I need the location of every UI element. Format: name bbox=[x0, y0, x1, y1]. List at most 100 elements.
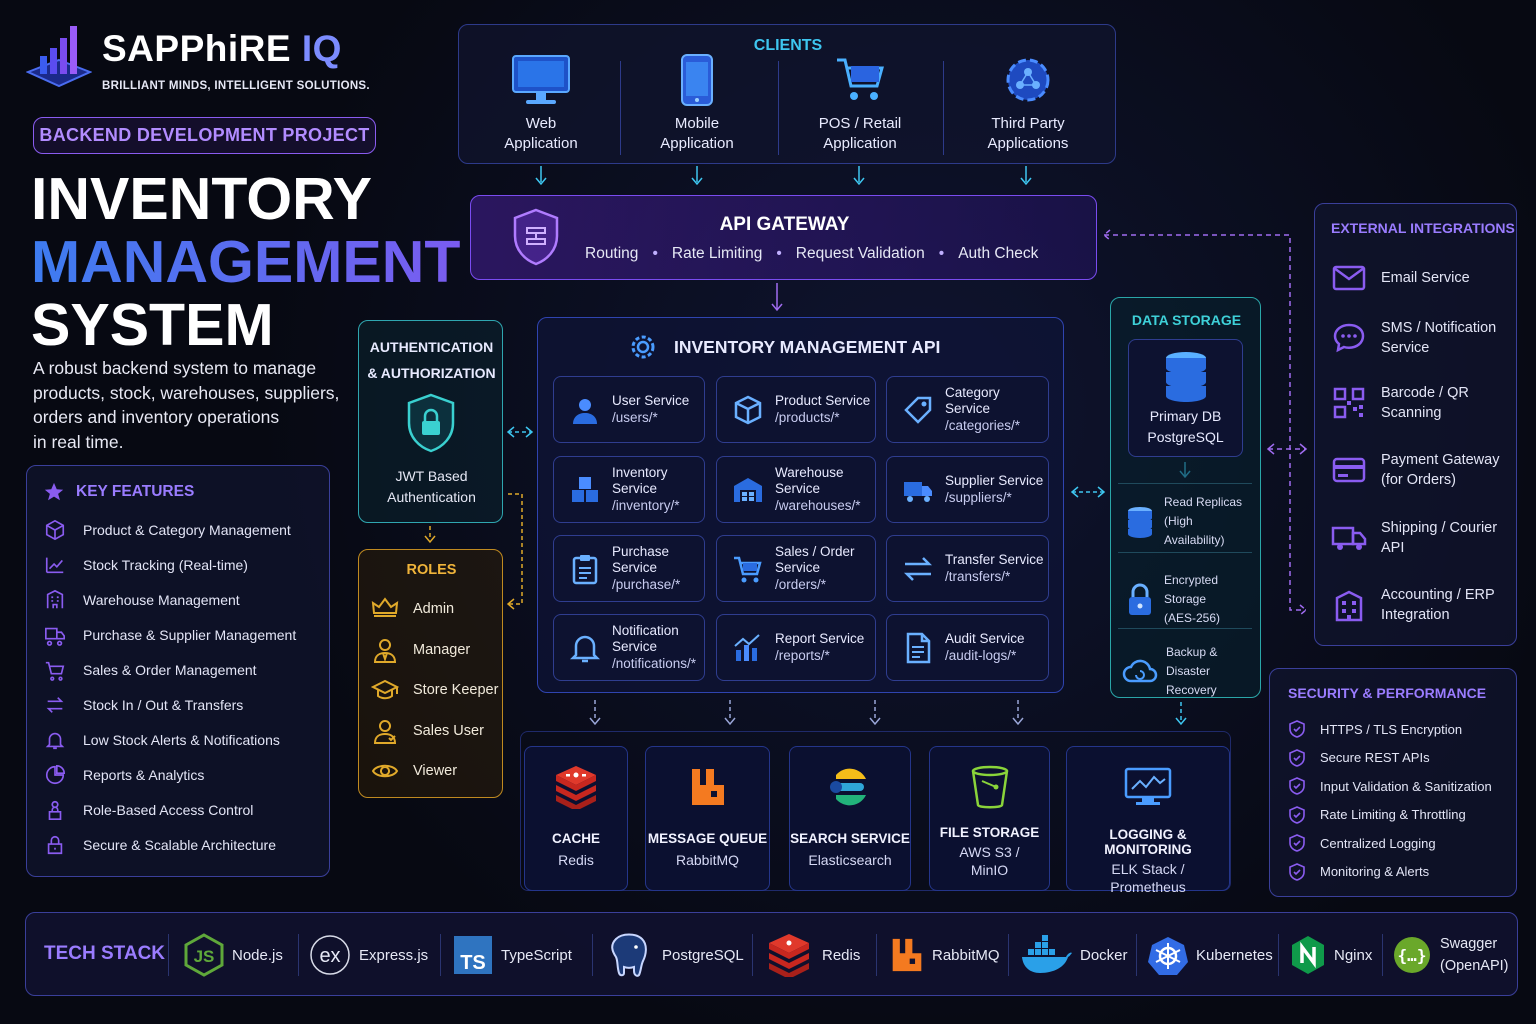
gateway-feature: Routing bbox=[585, 245, 639, 262]
eye-icon bbox=[371, 757, 399, 785]
service-name: User Service bbox=[612, 392, 690, 408]
service-card[interactable]: Product Service/products/* bbox=[716, 376, 876, 443]
gateway-feature: Auth Check bbox=[958, 245, 1039, 262]
tag-icon bbox=[901, 393, 935, 427]
role-label: Sales User bbox=[413, 722, 484, 739]
security-item: Input Validation & Sanitization bbox=[1288, 772, 1513, 801]
role-label: Manager bbox=[413, 641, 471, 658]
graduation-cap-icon bbox=[371, 676, 399, 704]
service-card[interactable]: Category Service/categories/* bbox=[886, 376, 1049, 443]
bell-icon bbox=[568, 631, 602, 665]
security-panel: SECURITY & PERFORMANCE HTTPS / TLS Encry… bbox=[1269, 668, 1517, 897]
tech-postgresql: PostgreSQL bbox=[606, 930, 744, 980]
ext-barcode[interactable]: Barcode / QR Scanning bbox=[1331, 383, 1469, 424]
nodejs-icon: JS bbox=[184, 933, 224, 977]
service-card[interactable]: Transfer Service/transfers/* bbox=[886, 535, 1049, 602]
shield-check-icon bbox=[1289, 862, 1305, 881]
tech-label: Express.js bbox=[359, 946, 429, 964]
security-label: HTTPS / TLS Encryption bbox=[1320, 721, 1463, 737]
service-card[interactable]: Sales / Order Service/orders/* bbox=[716, 535, 876, 602]
service-name: Notification Service bbox=[612, 622, 679, 654]
primary-db-label: Primary DB bbox=[1149, 408, 1222, 424]
role-label: Viewer bbox=[413, 763, 458, 780]
divider bbox=[1382, 934, 1383, 976]
infra-message-queue: MESSAGE QUEUE RabbitMQ bbox=[645, 746, 770, 891]
service-path: /notifications/* bbox=[612, 655, 697, 671]
service-card[interactable]: User Service/users/* bbox=[553, 376, 705, 443]
tech-label: Swagger bbox=[1440, 936, 1498, 952]
truck-icon bbox=[901, 473, 935, 507]
ds-item-label: Read Replicas bbox=[1164, 495, 1243, 509]
warehouse-icon bbox=[731, 473, 765, 507]
primary-db-card: Primary DB PostgreSQL bbox=[1128, 339, 1243, 457]
gear-icon bbox=[631, 335, 655, 359]
tech-label: RabbitMQ bbox=[932, 946, 1000, 964]
divider bbox=[1278, 934, 1279, 976]
service-card[interactable]: Report Service/reports/* bbox=[716, 614, 876, 681]
service-card[interactable]: Audit Service/audit-logs/* bbox=[886, 614, 1049, 681]
tech-label: Nginx bbox=[1334, 946, 1373, 964]
roles-panel: ROLES Admin Manager Store Keeper Sales User… bbox=[358, 549, 503, 798]
typescript-icon: TS bbox=[454, 936, 492, 974]
encrypted-storage-item: Encrypted Storage (AES-256) bbox=[1118, 571, 1252, 629]
infra-value: ELK Stack / bbox=[1111, 861, 1185, 877]
divider bbox=[1118, 628, 1252, 629]
api-gateway-panel: API GATEWAY Routing • Rate Limiting • Re… bbox=[470, 195, 1097, 280]
shield-check-icon bbox=[1289, 777, 1305, 796]
divider bbox=[592, 934, 593, 976]
kubernetes-helm-icon bbox=[1148, 937, 1188, 975]
svg-text:JS: JS bbox=[194, 947, 215, 966]
crown-icon bbox=[371, 595, 399, 623]
infra-logging: LOGGING & MONITORING ELK Stack / Prometh… bbox=[1066, 746, 1230, 895]
ds-item-label: Backup & bbox=[1166, 645, 1218, 659]
service-path: /inventory/* bbox=[612, 497, 680, 513]
ext-email[interactable]: Email Service bbox=[1331, 260, 1470, 296]
auth-heading-line: & AUTHORIZATION bbox=[367, 365, 496, 381]
service-card[interactable]: Inventory Service/inventory/* bbox=[553, 456, 705, 523]
tech-rabbitmq: RabbitMQ bbox=[890, 930, 1000, 980]
building-icon bbox=[1335, 590, 1363, 622]
svg-text:{…}: {…} bbox=[1398, 946, 1427, 965]
ext-payment[interactable]: Payment Gateway (for Orders) bbox=[1331, 450, 1499, 491]
ext-accounting[interactable]: Accounting / ERP Integration bbox=[1331, 585, 1495, 626]
service-path: /orders/* bbox=[775, 576, 827, 592]
tech-stack-heading: TECH STACK bbox=[44, 943, 166, 964]
ds-item-label: (AES-256) bbox=[1164, 611, 1221, 626]
ext-sms[interactable]: SMS / Notification Service bbox=[1331, 318, 1496, 359]
service-name: Report Service bbox=[775, 630, 865, 646]
shield-check-icon bbox=[1289, 720, 1305, 739]
security-item: Monitoring & Alerts bbox=[1288, 858, 1513, 887]
tech-label: (OpenAPI) bbox=[1440, 958, 1509, 974]
ds-item-label: Encrypted Storage bbox=[1164, 573, 1219, 607]
ext-label: Email Service bbox=[1381, 269, 1470, 286]
bullet: • bbox=[938, 245, 945, 262]
security-item: Centralized Logging bbox=[1288, 829, 1513, 858]
auth-heading: AUTHENTICATION & AUTHORIZATION bbox=[359, 334, 504, 386]
service-card[interactable]: Warehouse Service/warehouses/* bbox=[716, 456, 876, 523]
express-icon: ex bbox=[310, 935, 350, 975]
divider bbox=[1008, 934, 1009, 976]
auth-heading-line: AUTHENTICATION bbox=[369, 339, 494, 355]
service-card[interactable]: Purchase Service/purchase/* bbox=[553, 535, 705, 602]
ext-label: Scanning bbox=[1381, 405, 1442, 422]
mail-icon bbox=[1332, 265, 1366, 291]
infra-search: SEARCH SERVICE Elasticsearch bbox=[789, 746, 911, 891]
tech-label: Node.js bbox=[232, 946, 283, 964]
svg-text:TS: TS bbox=[460, 952, 486, 974]
backup-item: Backup & Disaster Recovery bbox=[1118, 643, 1252, 701]
shield-check-icon bbox=[1289, 748, 1305, 767]
credit-card-icon bbox=[1332, 458, 1366, 483]
read-replicas-item: Read Replicas (High Availability) bbox=[1118, 493, 1252, 551]
ext-shipping[interactable]: Shipping / Courier API bbox=[1331, 518, 1497, 559]
api-gateway-title: API GATEWAY bbox=[719, 214, 850, 235]
service-name: Transfer Service bbox=[945, 551, 1044, 567]
nginx-icon bbox=[1292, 936, 1324, 974]
infra-name: LOGGING & MONITORING bbox=[1104, 827, 1192, 857]
auth-label-line: Authentication bbox=[387, 489, 476, 505]
service-card[interactable]: Notification Service/notifications/* bbox=[553, 614, 705, 681]
user-icon bbox=[371, 717, 399, 745]
infra-value: Redis bbox=[558, 852, 594, 868]
tech-typescript: TS TypeScript bbox=[453, 930, 572, 980]
rabbitmq-icon bbox=[691, 769, 724, 805]
service-card[interactable]: Supplier Service/suppliers/* bbox=[886, 456, 1049, 523]
